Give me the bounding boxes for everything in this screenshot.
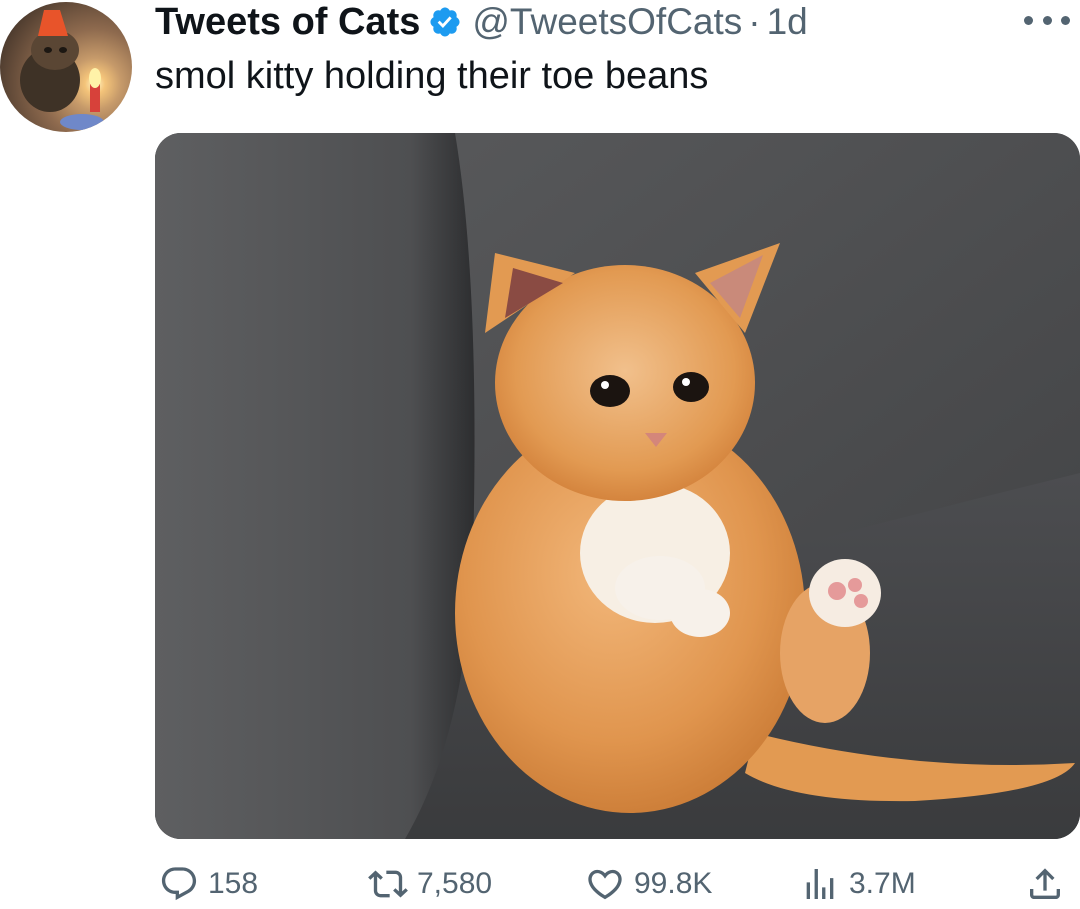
avatar[interactable] [0,2,132,132]
views-button[interactable]: 3.7M [800,862,916,906]
timestamp[interactable]: 1d [767,1,808,43]
view-count: 3.7M [849,867,916,900]
reply-button[interactable]: 158 [159,862,258,906]
views-icon [806,869,834,899]
reply-count: 158 [208,867,259,900]
heart-icon [588,869,622,900]
action-bar: 158 7,580 99.8K 3.7M [155,862,1080,906]
retweet-button[interactable]: 7,580 [368,862,492,906]
retweet-count: 7,580 [417,867,493,900]
tweet-header: Tweets of Cats @TweetsOfCats · 1d [155,0,808,44]
kitten-photo [155,133,1080,839]
avatar-image [20,10,104,130]
retweet-icon [368,870,408,898]
share-button[interactable] [1025,862,1065,906]
reply-icon [161,867,197,901]
handle[interactable]: @TweetsOfCats [472,1,742,43]
like-count: 99.8K [634,867,713,900]
tweet-text: smol kitty holding their toe beans [155,55,709,97]
like-button[interactable]: 99.8K [585,862,712,906]
share-icon [1030,868,1060,899]
separator-dot: · [748,1,761,42]
verified-badge-icon[interactable] [428,5,462,39]
tweet-media[interactable] [155,133,1080,839]
more-icon[interactable] [1024,8,1070,32]
display-name[interactable]: Tweets of Cats [155,1,420,44]
